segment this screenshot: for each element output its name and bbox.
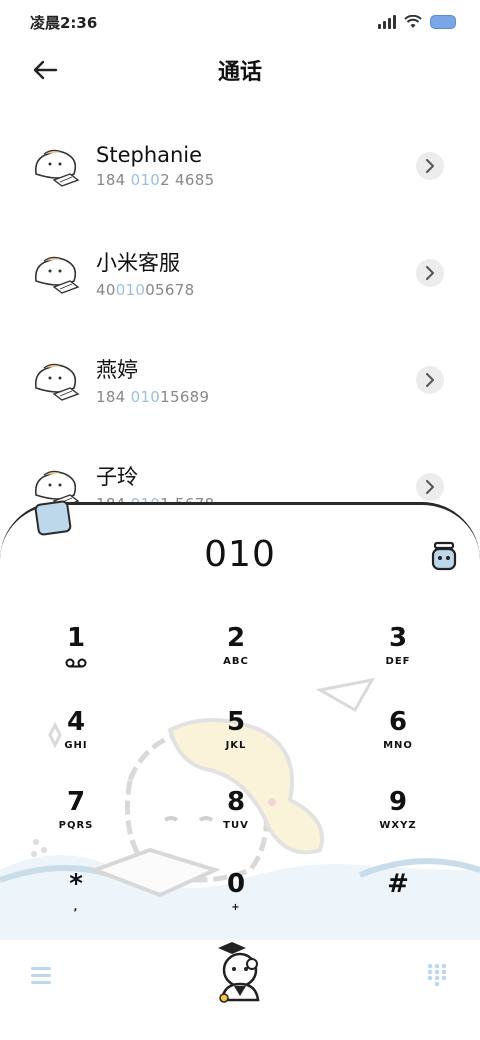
key-8[interactable]: 8 TUV — [186, 784, 286, 848]
menu-icon[interactable] — [30, 964, 52, 986]
contact-detail-button[interactable] — [416, 258, 444, 287]
avatar — [30, 144, 82, 188]
key-letters: WXYZ — [379, 820, 417, 831]
number-prefix: 184 — [96, 170, 131, 189]
key-letters: PQRS — [58, 820, 94, 831]
contact-number: 4001005678 — [96, 281, 194, 299]
key-letters: GHI — [64, 740, 88, 751]
avatar — [30, 358, 82, 402]
signal-icon — [378, 15, 396, 29]
key-5[interactable]: 5 JKL — [186, 704, 286, 768]
key-star[interactable]: *, — [26, 866, 126, 930]
key-3[interactable]: 3 DEF — [348, 620, 448, 684]
sticker-decoration — [33, 499, 73, 537]
key-digit: 0 — [226, 869, 246, 899]
key-digit: 2 — [226, 623, 246, 653]
contact-row[interactable]: Stephanie 184 0102 4685 — [0, 112, 480, 219]
arrow-left-icon — [33, 60, 58, 80]
chevron-right-icon — [426, 265, 434, 280]
key-digit: 8 — [226, 787, 246, 817]
delete-button[interactable] — [430, 540, 458, 572]
contact-name: Stephanie — [96, 142, 203, 167]
number-match: 010 — [130, 170, 161, 189]
contact-row[interactable]: 燕婷 184 01015689 — [0, 326, 480, 433]
key-digit: 5 — [226, 707, 246, 737]
contact-text: 小米客服 4001005678 — [96, 247, 194, 299]
contact-name: 子玲 — [96, 464, 138, 489]
chevron-right-icon — [426, 372, 434, 387]
key-6[interactable]: 6 MNO — [348, 704, 448, 768]
call-button[interactable] — [204, 940, 276, 1012]
key-digit: 9 — [388, 787, 408, 817]
number-match: 010 — [115, 280, 146, 299]
chevron-right-icon — [426, 158, 434, 173]
contact-name: 小米客服 — [96, 250, 180, 275]
keypad-toggle-icon[interactable] — [426, 962, 448, 988]
number-match: 010 — [130, 387, 161, 406]
key-digit: 4 — [66, 707, 86, 737]
number-suffix: 15689 — [160, 387, 210, 406]
key-7[interactable]: 7 PQRS — [26, 784, 126, 848]
status-bar: 凌晨2:36 — [0, 0, 480, 44]
key-1[interactable]: 1 — [26, 620, 126, 684]
number-suffix: 05678 — [145, 280, 195, 299]
key-letters: , — [73, 902, 79, 913]
key-digit: # — [387, 869, 409, 899]
key-digit: 1 — [66, 623, 86, 653]
chevron-right-icon — [426, 479, 434, 494]
key-9[interactable]: 9 WXYZ — [348, 784, 448, 848]
wifi-icon — [404, 15, 422, 28]
contact-detail-button[interactable] — [416, 151, 444, 180]
key-digit: 3 — [388, 623, 408, 653]
contact-detail-button[interactable] — [416, 365, 444, 394]
contact-row[interactable]: 小米客服 4001005678 — [0, 219, 480, 326]
key-letters: MNO — [383, 740, 413, 751]
key-2[interactable]: 2 ABC — [186, 620, 286, 684]
battery-icon — [430, 15, 456, 29]
number-prefix: 40 — [96, 280, 116, 299]
number-suffix: 2 4685 — [160, 170, 215, 189]
contact-name: 燕婷 — [96, 357, 138, 382]
key-letters: DEF — [385, 656, 411, 667]
voicemail-icon — [65, 658, 87, 668]
contact-list: Stephanie 184 0102 4685 小米客服 4001005678 … — [0, 112, 480, 540]
header: 通话 — [0, 44, 480, 96]
key-letters: ABC — [223, 656, 249, 667]
key-0[interactable]: 0 + — [186, 866, 286, 930]
key-letters: JKL — [225, 740, 247, 751]
key-hash[interactable]: # — [348, 866, 448, 930]
status-time: 凌晨2:36 — [30, 13, 98, 32]
backspace-icon — [431, 541, 457, 571]
contact-number: 184 0102 4685 — [96, 171, 214, 189]
contact-text: 燕婷 184 01015689 — [96, 354, 209, 406]
key-4[interactable]: 4 GHI — [26, 704, 126, 768]
key-letters: TUV — [223, 820, 249, 831]
avatar — [30, 251, 82, 295]
back-button[interactable] — [30, 56, 60, 84]
key-digit: 6 — [388, 707, 408, 737]
contact-detail-button[interactable] — [416, 472, 444, 501]
key-digit: 7 — [66, 787, 86, 817]
bottom-bar — [0, 940, 480, 1020]
page-title: 通话 — [217, 60, 262, 85]
dial-number-display[interactable]: 010 — [0, 534, 480, 584]
contact-number: 184 01015689 — [96, 388, 209, 406]
key-letters: + — [231, 902, 241, 913]
key-digit: * — [69, 869, 83, 899]
status-icons — [378, 15, 456, 29]
number-prefix: 184 — [96, 387, 131, 406]
contact-text: Stephanie 184 0102 4685 — [96, 143, 214, 189]
